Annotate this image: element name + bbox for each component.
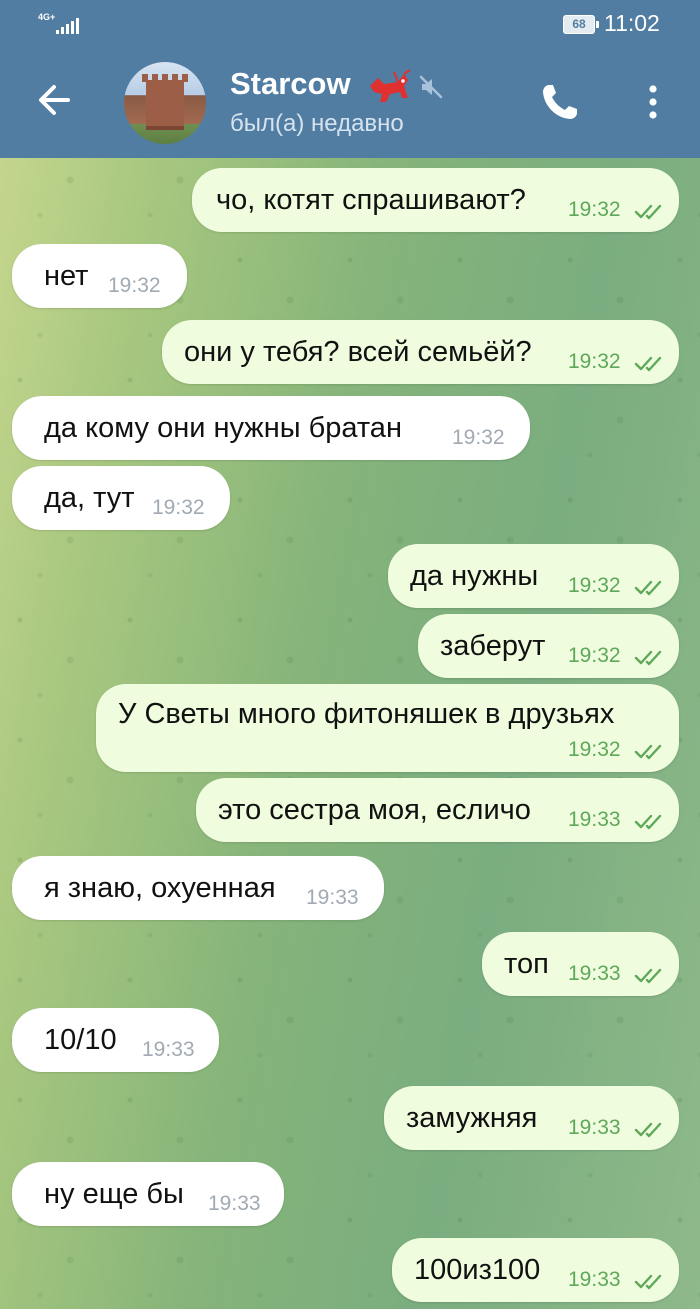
- message-text: да, тут: [44, 482, 135, 514]
- message-text: заберут: [440, 630, 546, 662]
- incoming-message[interactable]: ну еще бы 19:33: [12, 1162, 284, 1226]
- outgoing-message[interactable]: 100из100 19:33: [392, 1238, 679, 1302]
- message-time: 19:33: [568, 962, 621, 985]
- message-time: 19:33: [568, 1116, 621, 1139]
- message-text: нет: [44, 260, 89, 292]
- phone-icon: [543, 85, 577, 119]
- double-check-icon: [634, 580, 662, 596]
- outgoing-message[interactable]: топ 19:33: [482, 932, 679, 996]
- incoming-message[interactable]: нет 19:32: [12, 244, 187, 308]
- message-time: 19:32: [568, 198, 621, 221]
- status-bar: 4G+ 68 11:02: [0, 0, 700, 48]
- more-options-button[interactable]: [636, 78, 670, 126]
- double-check-icon: [634, 814, 662, 830]
- double-check-icon: [634, 744, 662, 760]
- network-type: 4G+: [38, 12, 56, 22]
- message-text: это сестра моя, есличо: [218, 794, 531, 826]
- incoming-message[interactable]: я знаю, охуенная 19:33: [12, 856, 384, 920]
- message-time: 19:33: [208, 1192, 261, 1215]
- message-time: 19:32: [568, 574, 621, 597]
- message-text: У Светы много фитоняшек в друзьях: [118, 698, 615, 730]
- outgoing-message[interactable]: они у тебя? всей семьёй? 19:32: [162, 320, 679, 384]
- message-text: замужняя: [406, 1102, 538, 1134]
- double-check-icon: [634, 968, 662, 984]
- message-text: да нужны: [410, 560, 539, 592]
- back-button[interactable]: [28, 74, 80, 126]
- outgoing-message[interactable]: заберут 19:32: [418, 614, 679, 678]
- message-text: 10/10: [44, 1024, 117, 1056]
- incoming-message[interactable]: да кому они нужны братан 19:32: [12, 396, 530, 460]
- message-time: 19:32: [108, 274, 161, 297]
- double-check-icon: [634, 356, 662, 372]
- chat-header: Starcow был(а) недавно: [0, 48, 700, 158]
- message-time: 19:33: [306, 886, 359, 909]
- call-button[interactable]: [536, 78, 584, 126]
- double-check-icon: [634, 1274, 662, 1290]
- message-time: 19:33: [142, 1038, 195, 1061]
- message-time: 19:32: [152, 496, 205, 519]
- outgoing-message[interactable]: это сестра моя, есличо 19:33: [196, 778, 679, 842]
- contact-last-seen: был(а) недавно: [230, 110, 404, 137]
- battery-indicator: 68: [563, 15, 599, 34]
- arrow-left-icon: [39, 85, 70, 115]
- message-text: они у тебя? всей семьёй?: [184, 336, 532, 368]
- contact-name[interactable]: Starcow: [230, 66, 351, 102]
- message-time: 19:32: [568, 644, 621, 667]
- status-clock: 11:02: [604, 10, 660, 36]
- message-text: чо, котят спрашивают?: [216, 184, 526, 216]
- message-text: ну еще бы: [44, 1178, 184, 1210]
- chat-screen: 4G+ 68 11:02 Starcow был(а) недавно чо, …: [0, 0, 700, 1309]
- double-check-icon: [634, 204, 662, 220]
- contact-avatar[interactable]: [124, 62, 206, 144]
- incoming-message[interactable]: 10/10 19:33: [12, 1008, 219, 1072]
- outgoing-message[interactable]: чо, котят спрашивают? 19:32: [192, 168, 679, 232]
- message-text: топ: [504, 948, 549, 980]
- double-check-icon: [634, 650, 662, 666]
- outgoing-message[interactable]: У Светы много фитоняшек в друзьях 19:32: [96, 684, 679, 772]
- muted-speaker-icon: [419, 75, 443, 99]
- message-time: 19:32: [452, 426, 505, 449]
- outgoing-message[interactable]: замужняя 19:33: [384, 1086, 679, 1150]
- signal-icon: 4G+: [38, 12, 79, 36]
- double-check-icon: [634, 1122, 662, 1138]
- message-time: 19:33: [568, 1268, 621, 1291]
- more-vertical-icon: [649, 85, 657, 119]
- message-time: 19:32: [568, 738, 621, 761]
- incoming-message[interactable]: да, тут 19:32: [12, 466, 230, 530]
- message-text: я знаю, охуенная: [44, 872, 276, 904]
- message-time: 19:32: [568, 350, 621, 373]
- message-time: 19:33: [568, 808, 621, 831]
- message-text: да кому они нужны братан: [44, 412, 402, 444]
- cow-emoji-icon: [370, 69, 411, 102]
- message-text: 100из100: [414, 1254, 541, 1286]
- outgoing-message[interactable]: да нужны 19:32: [388, 544, 679, 608]
